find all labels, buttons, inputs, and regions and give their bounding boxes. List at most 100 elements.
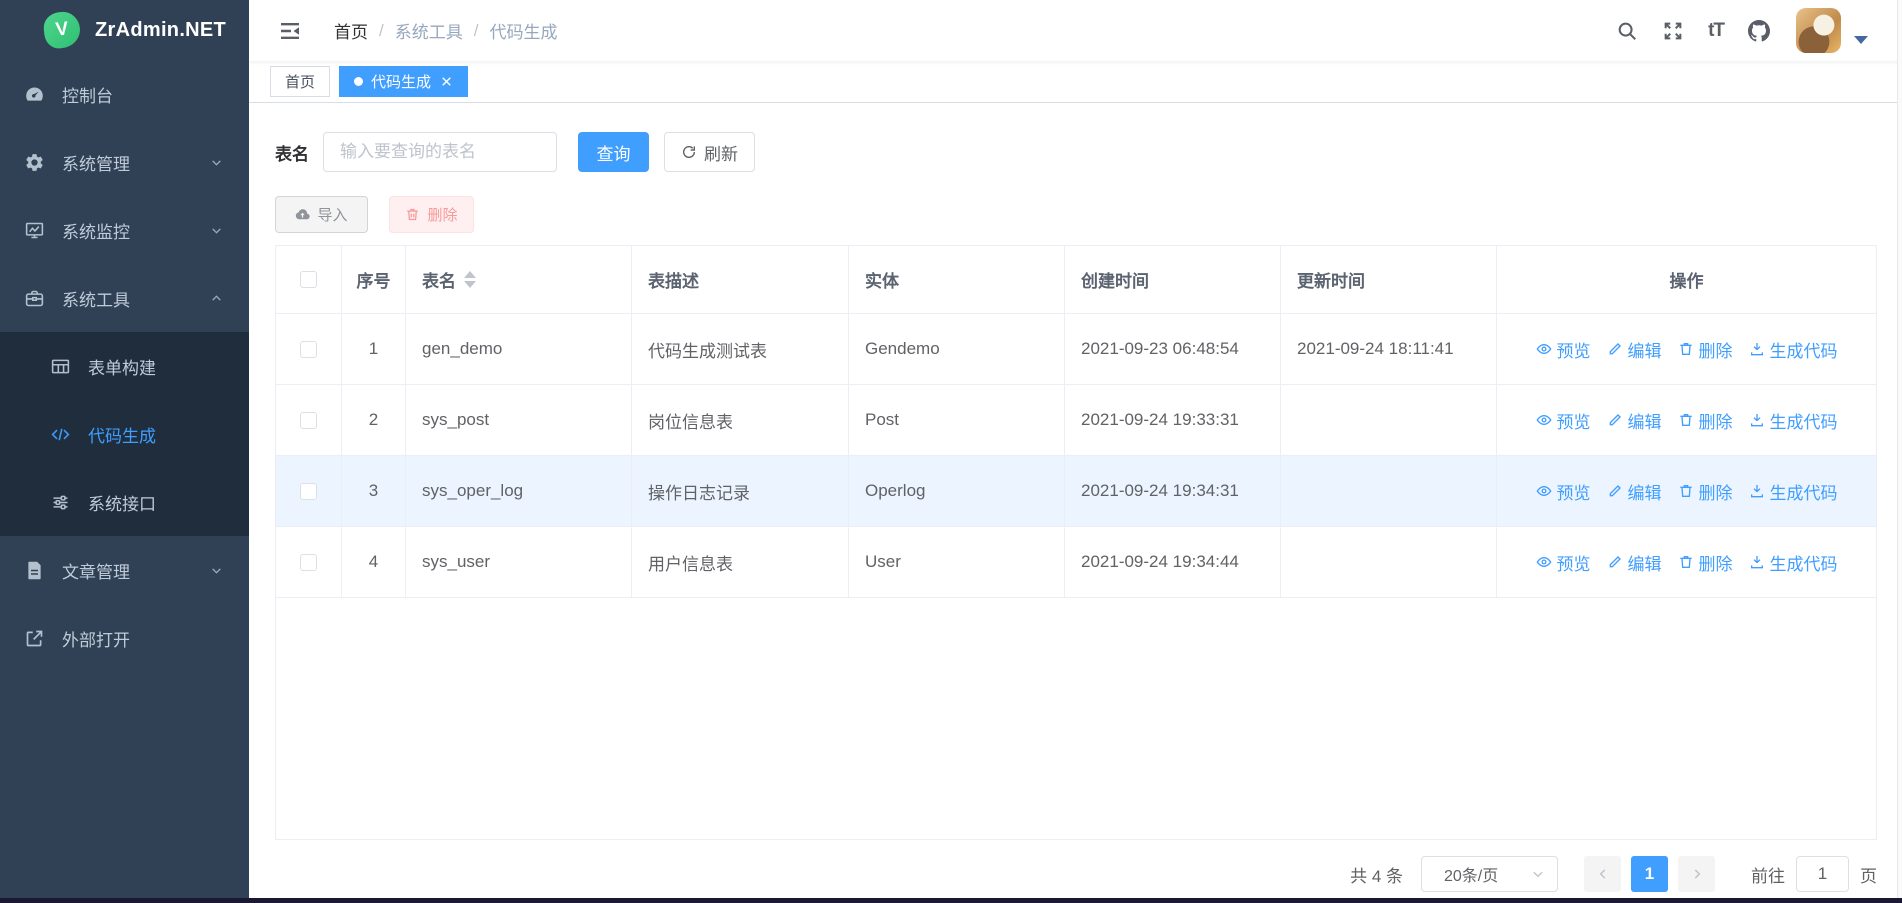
cell-operations: 预览 编辑 删除 生成代码	[1497, 527, 1876, 597]
search-button[interactable]: 查询	[578, 132, 649, 172]
delete-link[interactable]: 删除	[1678, 550, 1733, 575]
github-icon[interactable]	[1748, 20, 1770, 42]
table-actions-bar: 导入 删除	[275, 196, 474, 233]
select-all-checkbox[interactable]	[300, 271, 317, 288]
sidebar-item-system-monitor[interactable]: 系统监控	[0, 196, 249, 264]
sort-caret-icon[interactable]	[464, 271, 476, 288]
header-operations: 操作	[1497, 246, 1876, 313]
prev-page-button[interactable]	[1584, 856, 1621, 892]
cell-index: 2	[342, 385, 406, 455]
tag-code-generation[interactable]: 代码生成	[339, 66, 468, 97]
chevron-up-icon	[210, 292, 223, 305]
pencil-icon	[1607, 554, 1623, 570]
page-unit-label: 页	[1860, 862, 1877, 887]
sidebar-submenu-system-tools: 表单构建 代码生成 系统接口	[0, 332, 249, 536]
chevron-right-icon	[1690, 867, 1704, 881]
trash-icon	[405, 207, 420, 222]
sidebar-item-dashboard[interactable]: 控制台	[0, 60, 249, 128]
import-button[interactable]: 导入	[275, 196, 368, 233]
preview-link[interactable]: 预览	[1536, 408, 1591, 433]
delete-link[interactable]: 删除	[1678, 408, 1733, 433]
cell-updated	[1281, 527, 1497, 597]
caret-down-icon[interactable]	[1854, 36, 1868, 44]
cell-table-name: sys_oper_log	[406, 456, 632, 526]
generate-code-link[interactable]: 生成代码	[1749, 479, 1838, 504]
code-icon	[50, 424, 71, 445]
external-link-icon	[24, 628, 45, 649]
cloud-upload-icon	[295, 207, 310, 222]
cell-description: 岗位信息表	[632, 385, 849, 455]
sidebar-item-article-management[interactable]: 文章管理	[0, 536, 249, 604]
download-icon	[1749, 341, 1765, 357]
sidebar-item-external-open[interactable]: 外部打开	[0, 604, 249, 672]
cell-table-name: gen_demo	[406, 314, 632, 384]
edit-link[interactable]: 编辑	[1607, 337, 1662, 362]
navbar-actions: tT	[1592, 8, 1902, 53]
sidebar-item-system-management[interactable]: 系统管理	[0, 128, 249, 196]
monitor-icon	[24, 220, 45, 241]
cell-updated: 2021-09-24 18:11:41	[1281, 314, 1497, 384]
app-title: ZrAdmin.NET	[95, 19, 226, 42]
goto-page-input[interactable]	[1796, 856, 1849, 892]
sidebar-item-code-generation[interactable]: 代码生成	[0, 400, 249, 468]
edit-link[interactable]: 编辑	[1607, 550, 1662, 575]
top-navbar: 首页 / 系统工具 / 代码生成 tT	[249, 0, 1902, 61]
cell-index: 1	[342, 314, 406, 384]
preview-link[interactable]: 预览	[1536, 337, 1591, 362]
tag-home[interactable]: 首页	[270, 66, 330, 97]
breadcrumb-code-generation: 代码生成	[489, 18, 557, 43]
generate-code-link[interactable]: 生成代码	[1749, 337, 1838, 362]
fullscreen-icon[interactable]	[1662, 20, 1684, 42]
header-updated: 更新时间	[1281, 246, 1497, 313]
sidebar-item-system-tools[interactable]: 系统工具	[0, 264, 249, 332]
table-row[interactable]: 3 sys_oper_log 操作日志记录 Operlog 2021-09-24…	[276, 456, 1876, 527]
edit-link[interactable]: 编辑	[1607, 408, 1662, 433]
trash-icon	[1678, 341, 1694, 357]
delete-link[interactable]: 删除	[1678, 479, 1733, 504]
dashboard-icon	[24, 84, 45, 105]
preview-link[interactable]: 预览	[1536, 550, 1591, 575]
edit-link[interactable]: 编辑	[1607, 479, 1662, 504]
delete-button[interactable]: 删除	[389, 196, 474, 233]
generate-code-link[interactable]: 生成代码	[1749, 550, 1838, 575]
row-checkbox[interactable]	[300, 341, 317, 358]
cell-description: 代码生成测试表	[632, 314, 849, 384]
page-size-select[interactable]: 20条/页	[1421, 856, 1558, 892]
eye-icon	[1536, 483, 1552, 499]
cell-updated	[1281, 456, 1497, 526]
preview-link[interactable]: 预览	[1536, 479, 1591, 504]
cell-entity: Post	[849, 385, 1065, 455]
table-row[interactable]: 2 sys_post 岗位信息表 Post 2021-09-24 19:33:3…	[276, 385, 1876, 456]
table-row[interactable]: 4 sys_user 用户信息表 User 2021-09-24 19:34:4…	[276, 527, 1876, 598]
row-checkbox[interactable]	[300, 412, 317, 429]
delete-link[interactable]: 删除	[1678, 337, 1733, 362]
cell-entity: Gendemo	[849, 314, 1065, 384]
scrollbar-track[interactable]	[1897, 0, 1902, 898]
font-size-icon[interactable]: tT	[1708, 20, 1724, 42]
close-icon[interactable]	[440, 75, 453, 88]
sidebar-item-system-api[interactable]: 系统接口	[0, 468, 249, 536]
row-checkbox[interactable]	[300, 483, 317, 500]
row-checkbox[interactable]	[300, 554, 317, 571]
tag-label: 代码生成	[371, 71, 431, 92]
sidebar-item-label: 系统工具	[62, 286, 130, 311]
cell-created: 2021-09-23 06:48:54	[1065, 314, 1281, 384]
breadcrumb-home[interactable]: 首页	[334, 18, 368, 43]
sidebar-item-label: 文章管理	[62, 558, 130, 583]
avatar[interactable]	[1796, 8, 1841, 53]
next-page-button[interactable]	[1678, 856, 1715, 892]
refresh-button[interactable]: 刷新	[664, 132, 755, 172]
table-row[interactable]: 1 gen_demo 代码生成测试表 Gendemo 2021-09-23 06…	[276, 314, 1876, 385]
logo[interactable]: V ZrAdmin.NET	[0, 0, 249, 60]
table-name-label: 表名	[275, 140, 309, 165]
sidebar-item-label: 系统接口	[88, 490, 156, 515]
document-icon	[24, 560, 45, 581]
page-number-button[interactable]: 1	[1631, 856, 1668, 892]
toolbox-icon	[24, 288, 45, 309]
search-icon[interactable]	[1616, 20, 1638, 42]
sidebar-collapse-icon[interactable]	[278, 19, 302, 43]
sidebar-item-form-builder[interactable]: 表单构建	[0, 332, 249, 400]
table-name-input[interactable]	[323, 132, 557, 172]
generate-code-link[interactable]: 生成代码	[1749, 408, 1838, 433]
trash-icon	[1678, 554, 1694, 570]
